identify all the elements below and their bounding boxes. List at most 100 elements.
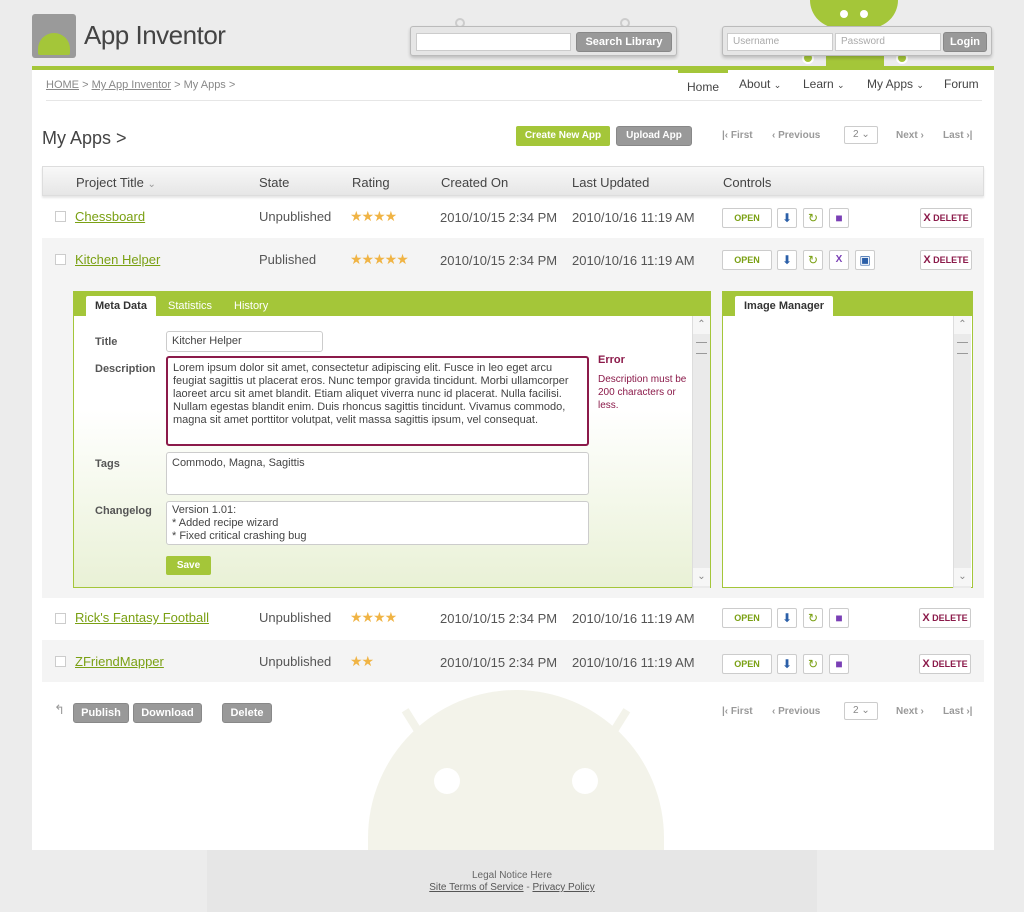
comment-icon[interactable]: ■ <box>829 608 849 628</box>
pager-last-label: Last <box>943 706 964 717</box>
password-input[interactable]: Password <box>835 33 941 51</box>
breadcrumb-home[interactable]: HOME <box>46 79 79 91</box>
refresh-icon[interactable]: ↻ <box>803 608 823 628</box>
description-field[interactable]: Lorem ipsum dolor sit amet, consectetur … <box>166 356 589 446</box>
column-project-title[interactable]: Project Title ⌄ <box>76 175 156 190</box>
tab-history[interactable]: History <box>225 296 277 316</box>
delete-button[interactable]: X DELETE <box>919 654 971 674</box>
pager-previous[interactable]: ‹ Previous <box>772 130 820 141</box>
comment-icon[interactable]: ■ <box>829 654 849 674</box>
nav-learn[interactable]: Learn ⌄ <box>803 70 845 100</box>
search-input[interactable] <box>416 33 571 51</box>
chevron-left-icon: ‹ <box>772 130 776 141</box>
last-updated: 2010/10/16 11:19 AM <box>572 210 695 225</box>
pager-next[interactable]: Next › <box>896 706 924 717</box>
legal-notice: Legal Notice Here <box>471 870 553 881</box>
pager-previous[interactable]: ‹ Previous <box>772 706 820 717</box>
download-icon[interactable]: ⬇ <box>777 208 797 228</box>
chevron-down-icon: ⌄ <box>773 80 782 90</box>
scroll-up-icon[interactable]: ⌃ <box>954 316 971 334</box>
nav-forum[interactable]: Forum <box>944 70 979 100</box>
refresh-icon[interactable]: ↻ <box>803 250 823 270</box>
column-state[interactable]: State <box>259 175 289 190</box>
row-checkbox[interactable] <box>55 656 66 667</box>
tab-image-manager[interactable]: Image Manager <box>735 296 834 316</box>
breadcrumb-my-app-inventor[interactable]: My App Inventor <box>92 79 172 91</box>
refresh-icon[interactable]: ↻ <box>803 654 823 674</box>
download-icon[interactable]: ⬇ <box>777 608 797 628</box>
delete-button[interactable]: X DELETE <box>920 250 972 270</box>
search-library-button[interactable]: Search Library <box>576 32 672 52</box>
login-button[interactable]: Login <box>943 32 987 52</box>
pager-last[interactable]: Last ›| <box>943 130 972 141</box>
scroll-up-icon[interactable]: ⌃ <box>693 316 710 334</box>
pager-next[interactable]: Next › <box>896 130 924 141</box>
scroll-grip-icon[interactable] <box>957 342 968 354</box>
header: App Inventor Search Library Username Pas… <box>0 0 1024 70</box>
tab-meta-data[interactable]: Meta Data <box>86 296 156 316</box>
pager-last[interactable]: Last ›| <box>943 706 972 717</box>
last-page-icon: ›| <box>966 130 973 141</box>
open-button[interactable]: OPEN <box>722 608 772 628</box>
table-row: Rick's Fantasy Football Unpublished ★★★★… <box>42 598 984 640</box>
open-button[interactable]: OPEN <box>722 208 772 228</box>
project-title-link[interactable]: Kitchen Helper <box>75 252 160 267</box>
upload-app-button[interactable]: Upload App <box>616 126 692 146</box>
scroll-down-icon[interactable]: ⌄ <box>954 568 971 586</box>
refresh-icon[interactable]: ↻ <box>803 208 823 228</box>
nav-my-apps[interactable]: My Apps ⌄ <box>867 70 924 100</box>
create-new-app-button[interactable]: Create New App <box>516 126 610 146</box>
open-button[interactable]: OPEN <box>722 250 772 270</box>
table-header: Project Title ⌄ State Rating Created On … <box>42 166 984 196</box>
column-rating[interactable]: Rating <box>352 175 390 190</box>
terms-link[interactable]: Site Terms of Service <box>429 882 523 893</box>
scrollbar[interactable]: ⌃ ⌄ <box>953 316 971 588</box>
comment-icon[interactable]: ■ <box>829 208 849 228</box>
delete-button[interactable]: X DELETE <box>919 608 971 628</box>
image-manager-tabs: Image Manager <box>723 292 972 316</box>
last-page-icon: ›| <box>966 706 973 717</box>
publish-button[interactable]: Publish <box>73 703 129 723</box>
download-button[interactable]: Download <box>133 703 202 723</box>
project-title-link[interactable]: Chessboard <box>75 209 145 224</box>
page-select[interactable]: 2 ⌄ <box>844 702 878 720</box>
download-icon[interactable]: ⬇ <box>777 654 797 674</box>
delete-button[interactable]: X DELETE <box>920 208 972 228</box>
app-title[interactable]: App Inventor <box>84 20 226 51</box>
delete-label: DELETE <box>932 613 968 623</box>
save-button[interactable]: Save <box>166 556 211 575</box>
tags-field[interactable]: Commodo, Magna, Sagittis <box>166 452 589 495</box>
delete-selected-button[interactable]: Delete <box>222 703 272 723</box>
scroll-grip-icon[interactable] <box>696 342 707 354</box>
project-title-link[interactable]: Rick's Fantasy Football <box>75 610 209 625</box>
open-button[interactable]: OPEN <box>722 654 772 674</box>
privacy-link[interactable]: Privacy Policy <box>532 882 594 893</box>
scrollbar[interactable]: ⌃ ⌄ <box>692 316 710 588</box>
feature-icon[interactable]: ▣ <box>855 250 875 270</box>
nav-about[interactable]: About ⌄ <box>739 70 781 100</box>
scroll-down-icon[interactable]: ⌄ <box>693 568 710 586</box>
username-input[interactable]: Username <box>727 33 833 51</box>
chevron-right-icon: › <box>920 130 924 141</box>
breadcrumb-separator: > <box>82 79 89 91</box>
row-checkbox[interactable] <box>55 613 66 624</box>
row-checkbox[interactable] <box>55 211 66 222</box>
project-title-link[interactable]: ZFriendMapper <box>75 654 164 669</box>
row-checkbox[interactable] <box>55 254 66 265</box>
tab-statistics[interactable]: Statistics <box>159 296 221 316</box>
created-on: 2010/10/15 2:34 PM <box>440 611 558 626</box>
main-content: HOME > My App Inventor > My Apps > Home … <box>32 70 994 850</box>
pager-first[interactable]: |‹ First <box>722 130 753 141</box>
unpublish-icon[interactable]: X <box>829 250 849 270</box>
created-on: 2010/10/15 2:34 PM <box>440 655 558 670</box>
column-last-updated[interactable]: Last Updated <box>572 175 649 190</box>
changelog-field[interactable]: Version 1.01: * Added recipe wizard * Fi… <box>166 501 589 545</box>
search-bar: Search Library <box>410 26 677 56</box>
last-updated: 2010/10/16 11:19 AM <box>572 253 695 268</box>
title-field[interactable]: Kitcher Helper <box>166 331 323 352</box>
nav-home[interactable]: Home <box>678 70 728 100</box>
download-icon[interactable]: ⬇ <box>777 250 797 270</box>
column-created-on[interactable]: Created On <box>441 175 508 190</box>
pager-first[interactable]: |‹ First <box>722 706 753 717</box>
page-select[interactable]: 2 ⌄ <box>844 126 878 144</box>
